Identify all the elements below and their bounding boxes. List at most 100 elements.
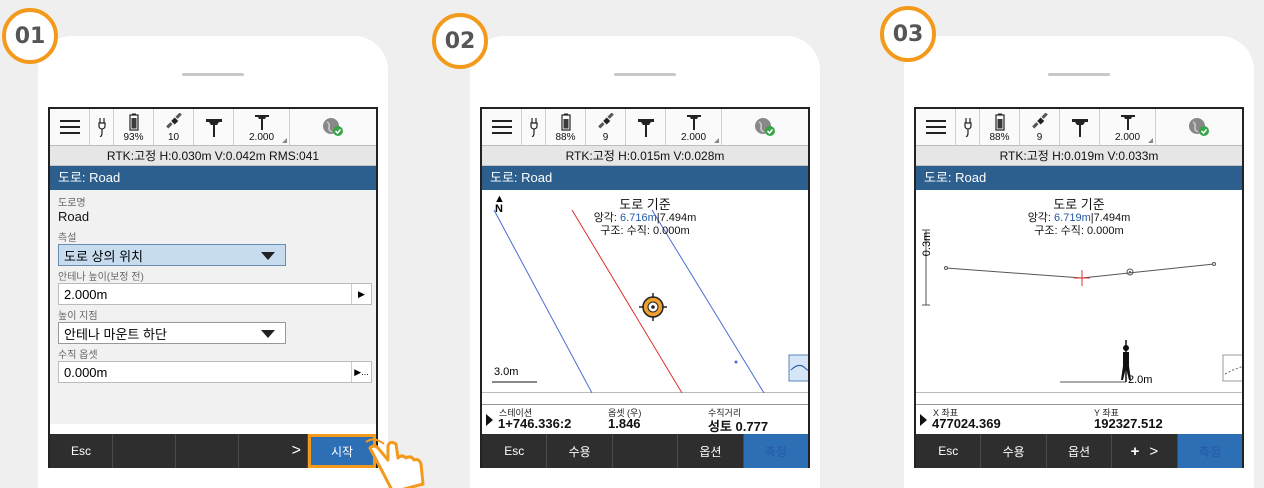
globe-status[interactable] [1156, 109, 1242, 145]
options-button[interactable]: 옵션 [678, 434, 744, 468]
antenna-height-value: 2.000m [64, 286, 108, 302]
esc-button[interactable]: Esc [916, 434, 982, 468]
softkey-empty[interactable] [176, 434, 239, 468]
esc-button[interactable]: Esc [482, 434, 548, 468]
page-title: 도로: Road [916, 166, 1242, 190]
survey-select[interactable]: 도로 상의 위치 [58, 244, 286, 266]
scale-label: 3.0m [494, 366, 519, 378]
battery-status[interactable]: 93% [114, 109, 154, 145]
chevron-right-icon: > [1149, 442, 1159, 460]
satellite-count: 10 [167, 132, 180, 143]
menu-icon [491, 120, 512, 134]
phone-3: 88% 9 2.000 RTK:고정 H:0.019m V:0.033m 도로:… [904, 36, 1254, 488]
survey-label: 측설 [58, 233, 77, 244]
menu-icon [59, 120, 80, 134]
satellite-icon [597, 113, 614, 129]
satellite-count: 9 [602, 132, 609, 143]
road-form: 도로명 Road 측설 도로 상의 위치 안테나 높이(보정 전) 2.000m… [50, 190, 376, 424]
height-point-select[interactable]: 안테나 마운트 하단 [58, 322, 286, 344]
horizontal-scale-label: 2.0m [1128, 374, 1153, 386]
stakeout-map[interactable]: ▲ N 도로 기준 앙각: 6.716m|7.494m 구조: 수직: 0.000… [482, 190, 808, 393]
x-coord-value: 477024.369 [932, 416, 1001, 431]
antenna-status[interactable]: 2.000 [1100, 109, 1156, 145]
battery-icon [994, 113, 1005, 131]
phone-2: 88% 9 2.000 RTK:고정 H:0.015m V:0.028m 도로:… [470, 36, 820, 488]
menu-button[interactable] [916, 109, 956, 145]
play-icon [486, 414, 493, 426]
satellite-status[interactable]: 10 [154, 109, 194, 145]
road-name-value: Road [58, 209, 90, 224]
receiver-icon [205, 119, 222, 137]
measure-button[interactable]: 측정 [1177, 434, 1242, 468]
receiver-icon [1071, 119, 1088, 137]
vertical-offset-label: 수직 옵셋 [58, 350, 98, 361]
satellite-count: 9 [1036, 132, 1043, 143]
status-bar: 88% 9 2.000 [482, 109, 808, 146]
play-icon[interactable]: ▶ [351, 284, 371, 304]
cross-section-view[interactable]: 도로 기준 앙각: 6.719m|7.494m 구조: 수직: 0.000m 0… [916, 190, 1242, 393]
globe-check-icon [755, 118, 775, 136]
receiver-status[interactable] [1060, 109, 1100, 145]
chevron-down-icon [261, 330, 275, 338]
menu-button[interactable] [482, 109, 522, 145]
antenna-status[interactable]: 2.000 [234, 109, 290, 145]
battery-value: 88% [555, 132, 576, 143]
play-icon [920, 414, 927, 426]
status-bar: 88% 9 2.000 [916, 109, 1242, 146]
battery-value: 88% [989, 132, 1010, 143]
screen-3: 88% 9 2.000 RTK:고정 H:0.019m V:0.033m 도로:… [914, 107, 1244, 468]
globe-check-icon [323, 118, 343, 136]
antenna-status[interactable]: 2.000 [666, 109, 722, 145]
vertical-readout: 구조: 수직: 0.000m [600, 225, 690, 237]
vertical-offset-field[interactable]: 0.000m ▶... [58, 361, 372, 383]
rtk-status: RTK:고정 H:0.030m V:0.042m RMS:041 [50, 146, 376, 166]
receiver-status[interactable] [194, 109, 234, 145]
satellite-status[interactable]: 9 [586, 109, 626, 145]
height-point-label: 높이 지점 [58, 311, 98, 322]
antenna-pole-icon [254, 115, 269, 130]
receiver-status[interactable] [626, 109, 666, 145]
options-button[interactable]: 옵션 [1047, 434, 1113, 468]
measure-button[interactable]: 측정 [743, 434, 808, 468]
status-bar: 93% 10 2.000 [50, 109, 376, 146]
hand-pointer-icon [365, 438, 425, 488]
battery-status[interactable]: 88% [546, 109, 586, 145]
softkey-empty[interactable] [113, 434, 176, 468]
page-title: 도로: Road [50, 166, 376, 190]
globe-status[interactable] [290, 109, 376, 145]
plus-icon: + [1130, 442, 1140, 460]
battery-icon [128, 113, 139, 131]
vdist-value: 성토 0.777 [708, 419, 769, 434]
globe-status[interactable] [722, 109, 808, 145]
rtk-status: RTK:고정 H:0.015m V:0.028m [482, 146, 808, 166]
antenna-pole-icon [686, 115, 701, 130]
offset-value: 1.846 [608, 416, 641, 431]
menu-button[interactable] [50, 109, 90, 145]
info-bar[interactable]: X 좌표 477024.369 Y 좌표 192327.512 [916, 404, 1242, 434]
esc-button[interactable]: Esc [50, 434, 113, 468]
more-button[interactable]: ▶... [351, 362, 371, 382]
plus-next-button[interactable]: + > [1112, 434, 1178, 468]
y-coord-value: 192327.512 [1094, 416, 1163, 431]
phone-grip [1048, 73, 1110, 76]
satellite-status[interactable]: 9 [1020, 109, 1060, 145]
receiver-icon [637, 119, 654, 137]
battery-status[interactable]: 88% [980, 109, 1020, 145]
target-icon [639, 293, 667, 321]
accept-button[interactable]: 수용 [981, 434, 1047, 468]
battery-value: 93% [123, 132, 144, 143]
info-bar[interactable]: 스테이션 1+746.336:2 옵셋 (우) 1.846 수직거리 성토 0.… [482, 404, 808, 434]
power-plug-icon [90, 109, 114, 145]
height-point-value: 안테나 마운트 하단 [64, 326, 167, 342]
phone-grip [614, 73, 676, 76]
power-plug-icon [956, 109, 980, 145]
antenna-height-field[interactable]: 2.000m ▶ [58, 283, 372, 305]
next-button[interactable]: > [239, 434, 308, 468]
station-value: 1+746.336:2 [498, 416, 572, 431]
step-badge: 02 [432, 13, 488, 69]
accept-button[interactable]: 수용 [547, 434, 613, 468]
screen-2: 88% 9 2.000 RTK:고정 H:0.015m V:0.028m 도로:… [480, 107, 810, 468]
antenna-height: 2.000 [248, 132, 275, 143]
globe-check-icon [1189, 118, 1209, 136]
softkey-empty[interactable] [613, 434, 679, 468]
